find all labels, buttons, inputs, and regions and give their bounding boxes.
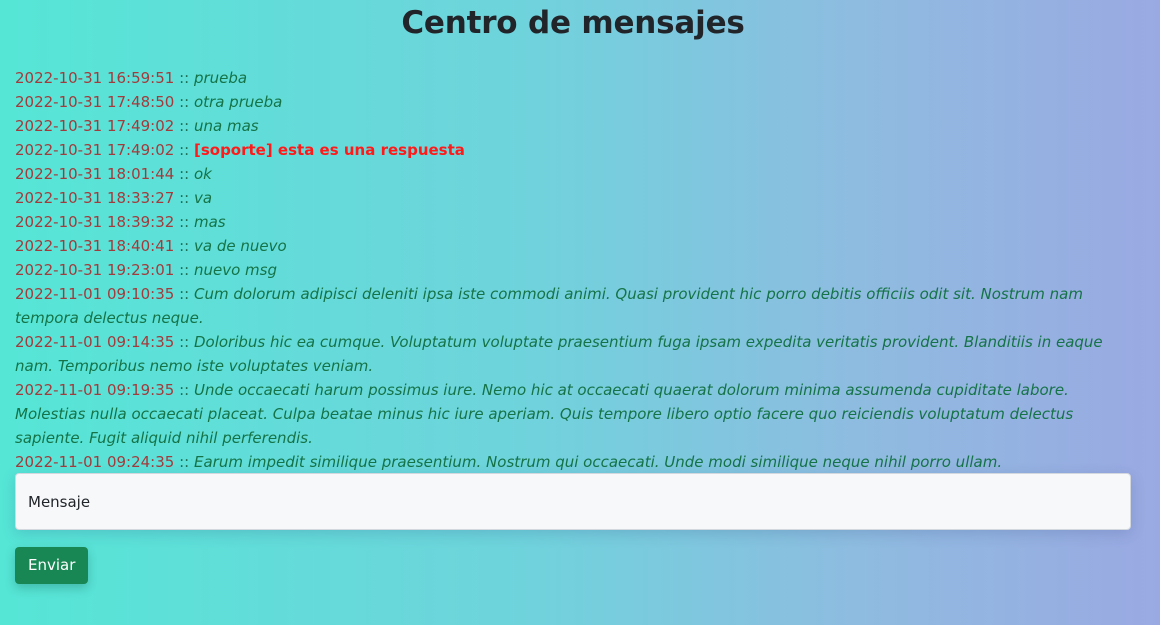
message-separator: :: — [179, 141, 190, 159]
message-timestamp: 2022-10-31 17:48:50 — [15, 93, 175, 111]
message-separator: :: — [179, 261, 190, 279]
message-list: 2022-10-31 16:59:51 :: prueba 2022-10-31 … — [15, 66, 1140, 474]
message-timestamp: 2022-10-31 17:49:02 — [15, 117, 175, 135]
message-text: Cum dolorum adipisci deleniti ipsa iste … — [15, 285, 1083, 327]
message-text: una mas — [193, 117, 259, 135]
message-text: Earum impedit similique praesentium. Nos… — [193, 453, 1003, 471]
message-separator: :: — [179, 237, 190, 255]
message-row: 2022-11-01 09:10:35 :: Cum dolorum adipi… — [15, 282, 1140, 330]
support-message-row: 2022-10-31 17:49:02 :: [soporte] esta es… — [15, 138, 1140, 162]
page-title: Centro de mensajes — [401, 5, 745, 41]
message-separator: :: — [179, 381, 190, 399]
message-timestamp: 2022-11-01 09:10:35 — [15, 285, 175, 303]
message-row: 2022-11-01 09:19:35 :: Unde occaecati ha… — [15, 378, 1140, 450]
message-row: 2022-11-01 09:14:35 :: Doloribus hic ea … — [15, 330, 1140, 378]
message-text: ok — [193, 165, 212, 183]
message-row: 2022-10-31 18:40:41 :: va de nuevo — [15, 234, 1140, 258]
message-timestamp: 2022-10-31 17:49:02 — [15, 141, 175, 159]
message-row: 2022-10-31 18:33:27 :: va — [15, 186, 1140, 210]
message-separator: :: — [179, 213, 190, 231]
message-separator: :: — [179, 165, 190, 183]
message-input-wrapper — [15, 473, 1131, 530]
message-row: 2022-10-31 16:59:51 :: prueba — [15, 66, 1140, 90]
message-separator: :: — [179, 189, 190, 207]
message-row: 2022-10-31 18:01:44 :: ok — [15, 162, 1140, 186]
message-text: va — [193, 189, 213, 207]
message-row: 2022-10-31 18:39:32 :: mas — [15, 210, 1140, 234]
message-separator: :: — [179, 69, 190, 87]
message-row: 2022-11-01 09:24:35 :: Earum impedit sim… — [15, 450, 1140, 474]
message-timestamp: 2022-10-31 16:59:51 — [15, 69, 175, 87]
message-text: prueba — [193, 69, 248, 87]
message-input[interactable] — [15, 473, 1131, 530]
message-text: nuevo msg — [193, 261, 277, 279]
message-timestamp: 2022-11-01 09:14:35 — [15, 333, 175, 351]
message-timestamp: 2022-11-01 09:19:35 — [15, 381, 175, 399]
message-row: 2022-10-31 19:23:01 :: nuevo msg — [15, 258, 1140, 282]
message-separator: :: — [179, 117, 190, 135]
message-timestamp: 2022-10-31 18:01:44 — [15, 165, 175, 183]
message-text: Unde occaecati harum possimus iure. Nemo… — [15, 381, 1074, 447]
message-separator: :: — [179, 333, 190, 351]
send-button[interactable]: Enviar — [15, 547, 89, 584]
message-timestamp: 2022-10-31 19:23:01 — [15, 261, 175, 279]
message-timestamp: 2022-11-01 09:24:35 — [15, 453, 175, 471]
message-row: 2022-10-31 17:49:02 :: una mas — [15, 114, 1140, 138]
message-separator: :: — [179, 285, 190, 303]
message-text: otra prueba — [193, 93, 283, 111]
message-separator: :: — [179, 453, 190, 471]
message-timestamp: 2022-10-31 18:40:41 — [15, 237, 175, 255]
message-text: [soporte] esta es una respuesta — [193, 141, 465, 159]
message-timestamp: 2022-10-31 18:33:27 — [15, 189, 175, 207]
message-row: 2022-10-31 17:48:50 :: otra prueba — [15, 90, 1140, 114]
message-timestamp: 2022-10-31 18:39:32 — [15, 213, 175, 231]
message-text: va de nuevo — [193, 237, 287, 255]
message-text: mas — [193, 213, 226, 231]
message-separator: :: — [179, 93, 190, 111]
